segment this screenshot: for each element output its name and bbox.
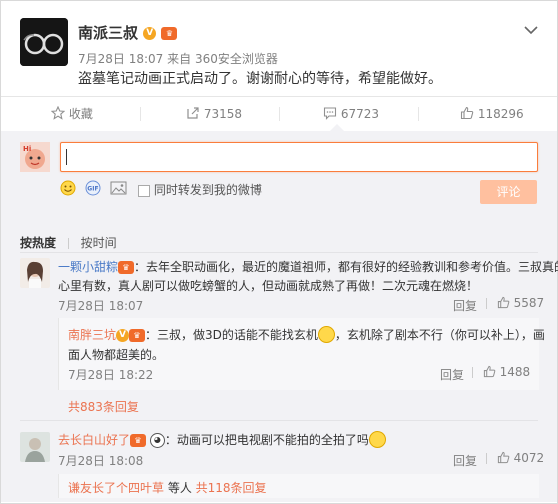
- star-icon: [50, 105, 66, 120]
- more-replies-link[interactable]: 共118条回复: [196, 481, 267, 495]
- reply-button[interactable]: 回复: [453, 297, 477, 314]
- comment-text-continued: 心里有数，真人剧可以做吃螃蟹的人，但动画就成熟了再做！二次元魂在燃烧！: [58, 279, 479, 293]
- thumbs-up-icon: [497, 296, 510, 309]
- divider: [20, 252, 538, 253]
- like-count: 118296: [477, 107, 524, 121]
- commenter-name[interactable]: 一颗小甜粽: [58, 260, 118, 274]
- divider: [486, 298, 487, 309]
- divider: [418, 107, 419, 121]
- reply-text-line2: 面人物都超美的。: [68, 348, 165, 362]
- glasses-emoji-icon: [368, 431, 386, 448]
- post-time[interactable]: 7月28日 18:07: [78, 52, 163, 66]
- reply-text: ：三叔，做3D的话能不能找玄机: [145, 328, 318, 342]
- member-crown-icon: ♛: [118, 261, 135, 274]
- reply-like-button[interactable]: 1488: [472, 365, 530, 379]
- comment-like-button[interactable]: 5587: [486, 296, 544, 310]
- reply-text-continued: ，玄机除了剧本不行（你可以补上），画: [334, 328, 545, 342]
- image-button-icon[interactable]: [110, 180, 127, 196]
- author-name[interactable]: 南派三叔: [78, 24, 138, 42]
- like-button[interactable]: 118296: [460, 97, 524, 131]
- thumbs-up-icon: [460, 106, 474, 120]
- reply-author-name[interactable]: 南胖三坑: [68, 328, 116, 342]
- thumbs-up-icon: [497, 451, 510, 464]
- reply-time: 7月28日 18:22: [68, 368, 154, 382]
- tab-sort-by-time[interactable]: 按时间: [81, 236, 117, 250]
- verified-badge-icon: V: [116, 329, 130, 342]
- repost-button[interactable]: 73158: [186, 97, 242, 131]
- member-crown-icon: ♛: [129, 329, 146, 342]
- comment-like-button[interactable]: 4072: [486, 451, 544, 465]
- member-crown-icon: ♛: [161, 27, 178, 40]
- svg-text:Hi: Hi: [23, 145, 31, 153]
- comment-like-count: 5587: [513, 296, 545, 310]
- author-avatar[interactable]: [20, 18, 68, 66]
- comment-time: 7月28日 18:07: [58, 299, 144, 313]
- comment-time: 7月28日 18:08: [58, 454, 144, 468]
- also-repost-label: 同时转发到我的微博: [153, 183, 262, 197]
- thumbs-up-icon: [483, 365, 496, 378]
- also-repost-checkbox[interactable]: [138, 184, 150, 197]
- repost-icon: [187, 107, 199, 119]
- gif-button-icon[interactable]: GIF: [85, 180, 101, 196]
- svg-text:GIF: GIF: [87, 186, 98, 193]
- post-action-bar: 收藏 73158 67723 118296: [1, 96, 557, 132]
- reply-reply-button[interactable]: 回复: [440, 366, 464, 383]
- post-content: 盗墓笔记动画正式启动了。谢谢耐心的等待，希望能做好。: [78, 71, 442, 87]
- favorite-label: 收藏: [68, 107, 93, 121]
- reply-preview-mid: 等人: [164, 481, 196, 495]
- comment-text: ：动画可以把电视剧不能拍的全拍了吗: [164, 433, 369, 447]
- member-crown-icon: ♛: [130, 434, 147, 447]
- emoji-button-icon[interactable]: [60, 180, 76, 196]
- divider: [67, 238, 69, 249]
- reply-like-count: 1488: [499, 365, 531, 379]
- comment-arrow-pointer: [330, 124, 344, 131]
- panda-badge-icon: ◕: [149, 433, 165, 448]
- divider: [140, 107, 141, 121]
- comment-icon: [323, 107, 337, 120]
- comment-like-count: 4072: [513, 451, 545, 465]
- source-prefix: 来自: [167, 52, 192, 66]
- chevron-down-icon[interactable]: [524, 20, 538, 35]
- commenter-avatar[interactable]: [20, 258, 50, 288]
- reply-button[interactable]: 回复: [453, 452, 477, 469]
- reply-preview-author[interactable]: 谦友长了个四叶草: [68, 481, 164, 495]
- text-caret: [66, 149, 67, 165]
- comment-text: ：去年全职动画化，最近的魔道祖师，都有很好的经验教训和参考价值。三叔真的: [134, 260, 558, 274]
- more-replies-link[interactable]: 共883条回复: [68, 398, 139, 415]
- my-avatar[interactable]: Hi: [20, 142, 50, 172]
- favorite-button[interactable]: 收藏: [50, 97, 93, 131]
- divider: [486, 453, 487, 464]
- submit-comment-button[interactable]: 评论: [480, 180, 537, 204]
- divider: [472, 367, 473, 378]
- verified-badge-icon: V: [143, 27, 157, 40]
- commenter-avatar[interactable]: [20, 432, 50, 462]
- repost-count: 73158: [203, 107, 243, 121]
- comment-input[interactable]: [60, 142, 538, 172]
- post-source: 360安全浏览器: [194, 52, 278, 66]
- emoji-icon: [317, 326, 335, 343]
- tab-sort-by-hot[interactable]: 按热度: [20, 236, 56, 250]
- divider: [20, 420, 538, 421]
- comment-count: 67723: [340, 107, 380, 121]
- divider: [279, 107, 280, 121]
- commenter-name[interactable]: 去长白山好了: [58, 433, 130, 447]
